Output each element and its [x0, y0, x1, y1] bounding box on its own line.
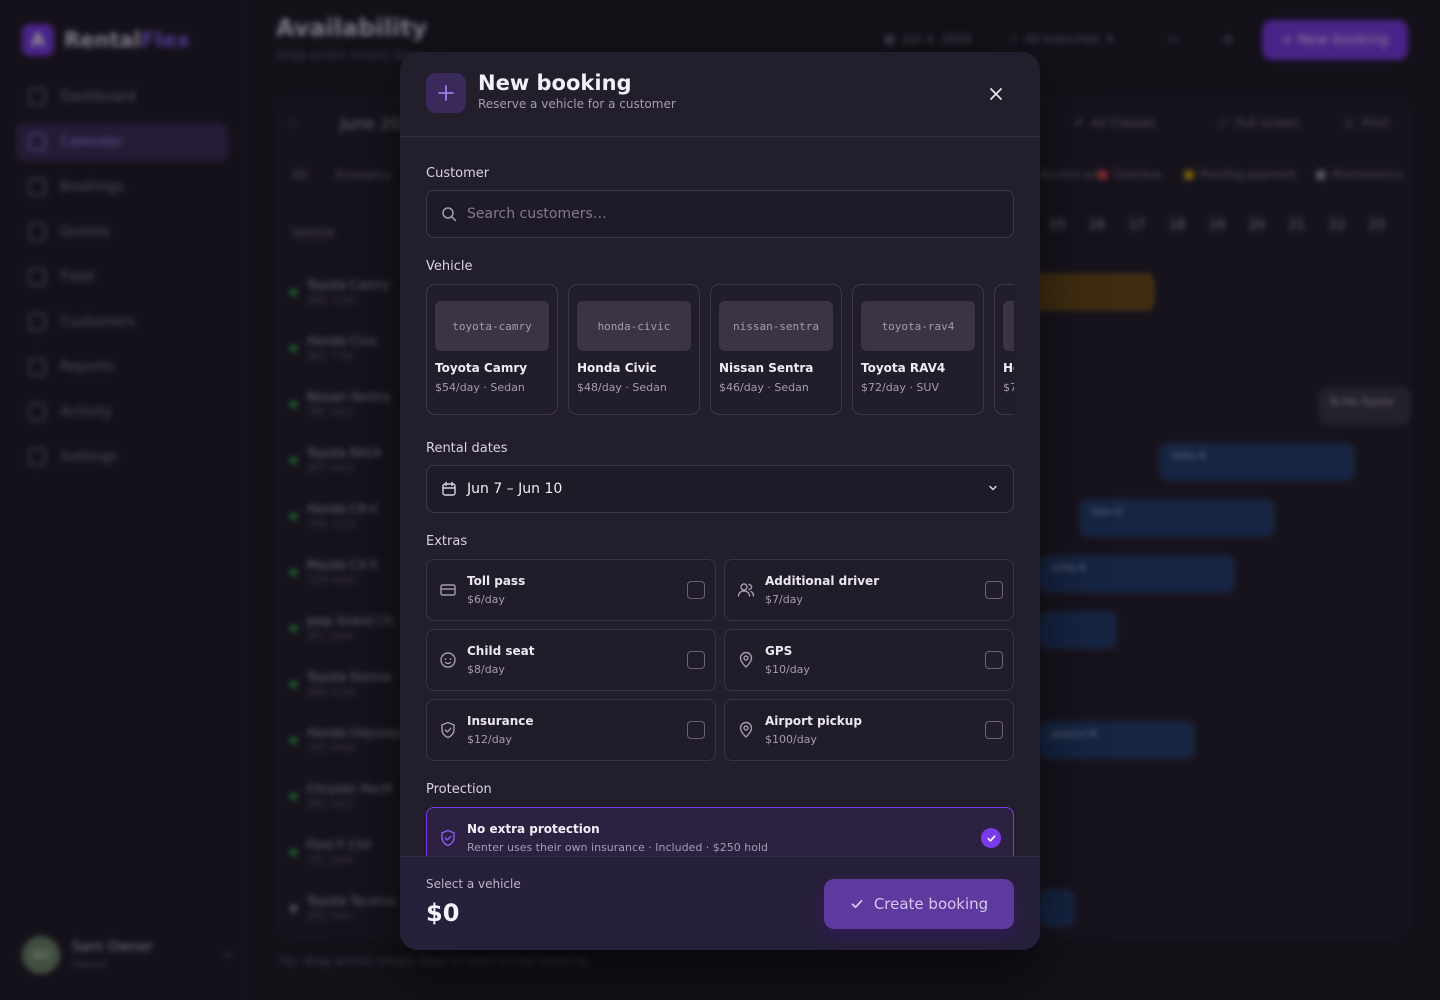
create-booking-label: Create booking	[873, 895, 989, 913]
extra-name: Insurance	[467, 714, 534, 728]
extra-name: GPS	[765, 644, 793, 658]
card-icon	[440, 584, 456, 596]
vehicle-image: toyota-camry	[435, 301, 549, 351]
protection-option-none[interactable]: No extra protection Renter uses their ow…	[426, 807, 1014, 856]
vehicle-meta: $54/day · Sedan	[435, 381, 525, 394]
rental-dates-label: Rental dates	[426, 441, 508, 456]
plus-icon	[426, 73, 466, 113]
extra-child-seat[interactable]: Child seat $8/day	[426, 629, 716, 691]
protection-desc: Renter uses their own insurance · Includ…	[467, 841, 769, 854]
close-button[interactable]	[984, 82, 1008, 106]
extra-insurance[interactable]: Insurance $12/day	[426, 699, 716, 761]
checkbox[interactable]	[687, 651, 705, 669]
check-icon	[851, 899, 863, 909]
pin-icon	[739, 651, 753, 668]
vehicle-meta: $72/day · SUV	[861, 381, 939, 394]
vehicle-name: Nissan Sentra	[719, 361, 814, 375]
extra-price: $12/day	[467, 733, 512, 746]
pin-icon	[739, 721, 753, 738]
vehicle-image: honda-crv	[1003, 301, 1014, 351]
checkbox[interactable]	[687, 581, 705, 599]
vehicle-name: Honda CR-V	[1003, 361, 1014, 375]
vehicle-image: toyota-rav4	[861, 301, 975, 351]
vehicle-name: Toyota RAV4	[861, 361, 946, 375]
chevron-down-icon	[989, 485, 997, 491]
vehicle-card[interactable]: toyota-rav4 Toyota RAV4 $72/day · SUV	[852, 284, 984, 415]
extras-label: Extras	[426, 534, 468, 549]
baby-icon	[440, 652, 456, 668]
extra-airport-pickup[interactable]: Airport pickup $100/day	[724, 699, 1014, 761]
vehicle-meta: $74/day · SUV	[1003, 381, 1014, 394]
extra-price: $6/day	[467, 593, 505, 606]
customer-label: Customer	[426, 166, 490, 181]
checkbox[interactable]	[985, 721, 1003, 739]
new-booking-modal: New booking Reserve a vehicle for a cust…	[400, 52, 1040, 950]
modal-header: New booking Reserve a vehicle for a cust…	[400, 52, 1040, 137]
vehicle-name: Toyota Camry	[435, 361, 528, 375]
users-icon	[737, 583, 755, 597]
extra-name: Airport pickup	[765, 714, 862, 728]
calendar-icon	[442, 481, 456, 496]
vehicle-image: honda-civic	[577, 301, 691, 351]
shield-icon	[441, 721, 455, 739]
booking-form: Customer Vehicle toyota-camry Toyota Cam…	[400, 138, 1040, 856]
checkbox[interactable]	[985, 581, 1003, 599]
extra-name: Additional driver	[765, 574, 880, 588]
protection-name: No extra protection	[467, 822, 600, 836]
rental-dates-value: Jun 7 – Jun 10	[467, 481, 563, 497]
vehicle-card[interactable]: honda-crv Honda CR-V $74/day · SUV	[994, 284, 1014, 415]
customer-search[interactable]	[426, 190, 1014, 238]
close-icon	[990, 88, 1002, 100]
vehicle-card[interactable]: toyota-camry Toyota Camry $54/day · Seda…	[426, 284, 558, 415]
customer-search-input[interactable]	[467, 206, 987, 222]
search-icon	[442, 207, 457, 222]
extra-price: $10/day	[765, 663, 810, 676]
extra-name: Child seat	[467, 644, 535, 658]
checkbox[interactable]	[985, 651, 1003, 669]
protection-label: Protection	[426, 782, 492, 797]
booking-total: $0	[426, 899, 460, 927]
create-booking-button[interactable]: Create booking	[824, 879, 1014, 929]
modal-title: New booking	[478, 71, 632, 95]
vehicle-meta: $46/day · Sedan	[719, 381, 809, 394]
extra-price: $7/day	[765, 593, 803, 606]
shield-icon	[441, 829, 455, 847]
extra-price: $100/day	[765, 733, 817, 746]
selected-check-icon	[981, 828, 1001, 848]
extra-gps[interactable]: GPS $10/day	[724, 629, 1014, 691]
extra-toll-pass[interactable]: Toll pass $6/day	[426, 559, 716, 621]
rental-dates-picker[interactable]: Jun 7 – Jun 10	[426, 465, 1014, 513]
vehicle-picker[interactable]: toyota-camry Toyota Camry $54/day · Seda…	[426, 284, 1014, 416]
vehicle-image: nissan-sentra	[719, 301, 833, 351]
footer-hint: Select a vehicle	[426, 877, 521, 891]
modal-footer: Select a vehicle $0 Create booking	[400, 856, 1040, 950]
vehicle-label: Vehicle	[426, 259, 473, 274]
vehicle-meta: $48/day · Sedan	[577, 381, 667, 394]
vehicle-card[interactable]: honda-civic Honda Civic $48/day · Sedan	[568, 284, 700, 415]
extra-name: Toll pass	[467, 574, 526, 588]
vehicle-name: Honda Civic	[577, 361, 657, 375]
extra-price: $8/day	[467, 663, 505, 676]
extra-additional-driver[interactable]: Additional driver $7/day	[724, 559, 1014, 621]
modal-subtitle: Reserve a vehicle for a customer	[478, 97, 676, 111]
vehicle-card[interactable]: nissan-sentra Nissan Sentra $46/day · Se…	[710, 284, 842, 415]
checkbox[interactable]	[687, 721, 705, 739]
